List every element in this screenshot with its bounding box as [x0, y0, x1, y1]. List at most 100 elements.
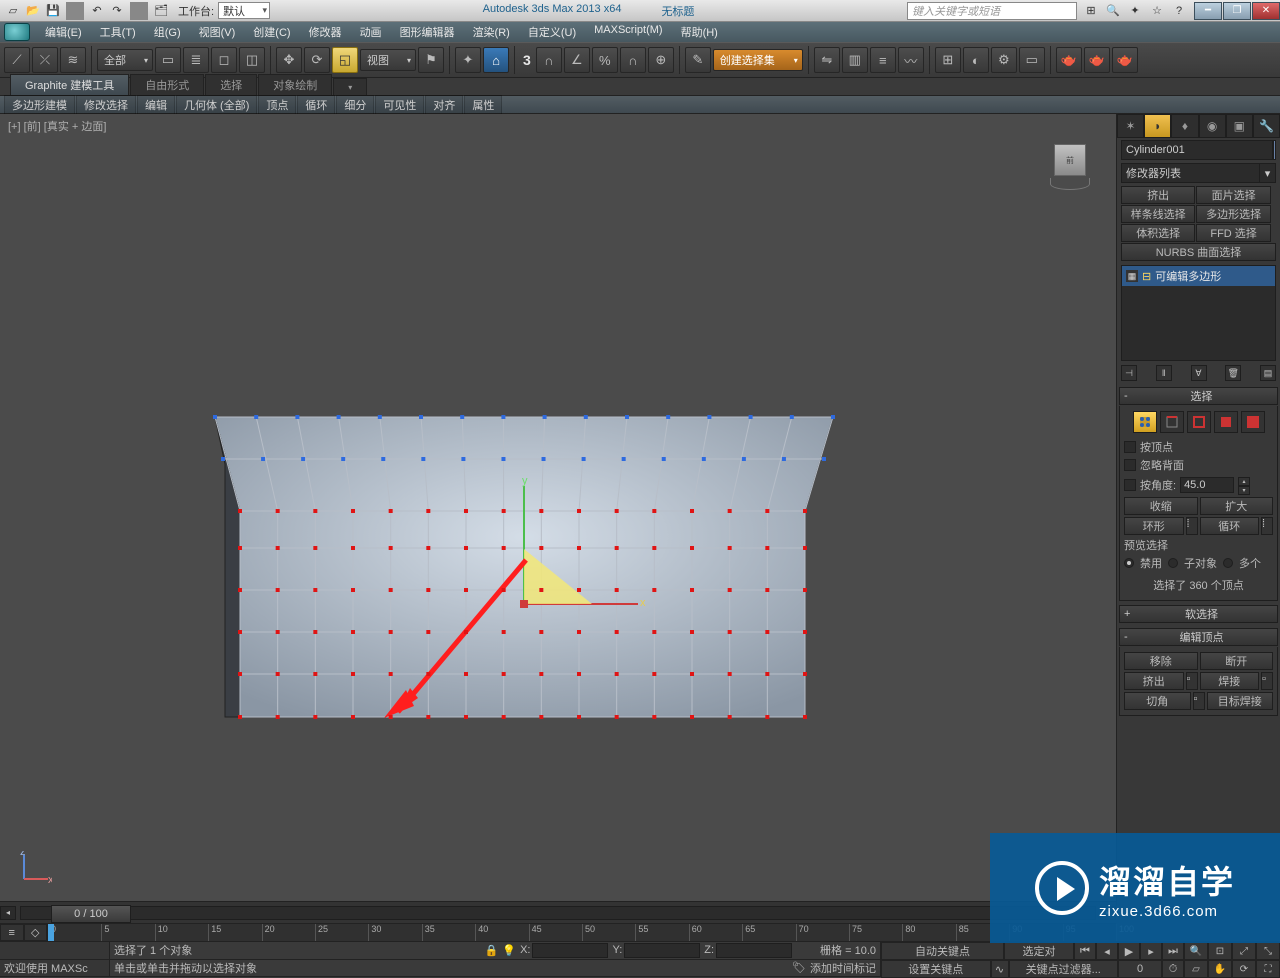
modifier-quick-button[interactable]: 挤出 — [1121, 186, 1195, 204]
modify-tab-icon[interactable]: ◗ — [1144, 114, 1171, 138]
mirror-icon[interactable]: ⇋ — [814, 47, 840, 73]
time-tag-icon[interactable]: 🏷 — [792, 961, 806, 974]
lock-selection-icon[interactable]: 🔒 — [485, 944, 499, 957]
ribbon-panel-button[interactable]: 顶点 — [258, 95, 296, 115]
help-icon[interactable]: ? — [1169, 2, 1189, 20]
scale-icon[interactable]: ◱ — [332, 47, 358, 73]
goto-start-icon[interactable]: ⏮ — [1074, 942, 1096, 960]
chk-by-angle[interactable]: 按角度: 45.0▴▾ — [1124, 475, 1273, 495]
chk-ignore-backfacing[interactable]: 忽略背面 — [1124, 457, 1273, 473]
zoom-extents-icon[interactable]: ⤢ — [1232, 942, 1256, 960]
modifier-quick-button[interactable]: FFD 选择 — [1196, 224, 1270, 242]
minimize-button[interactable]: ━ — [1194, 2, 1222, 20]
subobj-element-icon[interactable] — [1241, 411, 1265, 433]
pan-icon[interactable]: ✋ — [1208, 960, 1232, 978]
setkey-button[interactable]: 设置关键点 — [881, 960, 991, 978]
spinner-snap-icon[interactable]: ∩ — [620, 47, 646, 73]
render-active-icon[interactable]: 🫖 — [1112, 47, 1138, 73]
grow-button[interactable]: 扩大 — [1200, 497, 1274, 515]
window-crossing-icon[interactable]: ◫ — [239, 47, 265, 73]
render-iter-icon[interactable]: 🫖 — [1084, 47, 1110, 73]
zoom-all-icon[interactable]: ⊡ — [1208, 942, 1232, 960]
subobj-polygon-icon[interactable] — [1214, 411, 1238, 433]
ribbon-panel-button[interactable]: 编辑 — [137, 95, 175, 115]
named-selection-combo[interactable]: 创建选择集 — [713, 49, 803, 71]
menu-item[interactable]: 渲染(R) — [464, 24, 519, 40]
rendered-frame-icon[interactable]: ▭ — [1019, 47, 1045, 73]
redo-icon[interactable]: ↷ — [108, 2, 126, 20]
infocenter-icon[interactable]: ⊞ — [1081, 2, 1101, 20]
menu-item[interactable]: 动画 — [351, 24, 391, 40]
search-icon[interactable]: 🔍 — [1103, 2, 1123, 20]
subobj-border-icon[interactable] — [1187, 411, 1211, 433]
ribbon-panel-button[interactable]: 几何体 (全部) — [176, 95, 257, 115]
link-icon[interactable]: ⟋ — [4, 47, 30, 73]
chamfer-button[interactable]: 切角 — [1124, 692, 1191, 710]
ribbon-overflow[interactable] — [333, 78, 367, 95]
material-editor-icon[interactable]: ◐ — [963, 47, 989, 73]
zoom-icon[interactable]: 🔍 — [1184, 942, 1208, 960]
modifier-stack[interactable]: ▦⊟可编辑多边形 — [1121, 265, 1276, 361]
key-filters-icon[interactable]: ∿ — [991, 960, 1009, 978]
hierarchy-tab-icon[interactable]: ♦ — [1171, 114, 1198, 138]
modifier-quick-button[interactable]: 多边形选择 — [1196, 205, 1270, 223]
render-setup-icon[interactable]: ⚙ — [991, 47, 1017, 73]
modifier-quick-button[interactable]: 面片选择 — [1196, 186, 1270, 204]
render-prod-icon[interactable]: 🫖 — [1056, 47, 1082, 73]
autokey-button[interactable]: 自动关键点 — [881, 942, 1004, 960]
rotate-icon[interactable]: ⟳ — [304, 47, 330, 73]
time-slider[interactable]: 0 / 100 — [20, 906, 1096, 920]
axis-constraint-icon[interactable]: ⊕ — [648, 47, 674, 73]
undo-icon[interactable]: ↶ — [88, 2, 106, 20]
app-logo-icon[interactable] — [4, 23, 30, 41]
break-button[interactable]: 断开 — [1200, 652, 1274, 670]
weld-button[interactable]: 焊接 — [1200, 672, 1260, 690]
rollout-selection[interactable]: -选择 — [1119, 387, 1278, 405]
play-icon[interactable]: ▶ — [1118, 942, 1140, 960]
stack-item-editable-poly[interactable]: ▦⊟可编辑多边形 — [1122, 266, 1275, 286]
ring-button[interactable]: 环形 — [1124, 517, 1184, 535]
current-frame-marker[interactable] — [48, 924, 54, 942]
remove-mod-icon[interactable]: 🗑 — [1225, 365, 1241, 381]
display-tab-icon[interactable]: ▣ — [1226, 114, 1253, 138]
shrink-button[interactable]: 收缩 — [1124, 497, 1198, 515]
pin-stack-icon[interactable]: ⊣ — [1121, 365, 1137, 381]
isolate-icon[interactable]: 💡 — [502, 944, 516, 957]
coord-z-input[interactable] — [716, 943, 792, 958]
new-icon[interactable]: ▱ — [4, 2, 22, 20]
angle-snap-icon[interactable]: ∠ — [564, 47, 590, 73]
menu-item[interactable]: 工具(T) — [91, 24, 145, 40]
trackbar-key-icon[interactable]: ◇ — [24, 924, 48, 941]
make-unique-icon[interactable]: ∀ — [1191, 365, 1207, 381]
keyboard-shortcut-icon[interactable]: ⌂ — [483, 47, 509, 73]
search-input[interactable]: 键入关键字或短语 — [907, 2, 1077, 20]
curve-editor-icon[interactable]: 〰 — [898, 47, 924, 73]
favorite-icon[interactable]: ☆ — [1147, 2, 1167, 20]
keymode-combo[interactable]: 选定对 — [1004, 942, 1074, 960]
radio-subobj[interactable] — [1168, 558, 1178, 568]
menu-item[interactable]: 自定义(U) — [519, 24, 585, 40]
key-filters-button[interactable]: 关键点过滤器... — [1009, 960, 1119, 978]
object-color-swatch[interactable] — [1273, 140, 1276, 160]
ribbon-panel-button[interactable]: 循环 — [297, 95, 335, 115]
rollout-soft-selection[interactable]: +软选择 — [1119, 605, 1278, 623]
show-end-result-icon[interactable]: ǁ — [1156, 365, 1172, 381]
menu-item[interactable]: 创建(C) — [244, 24, 299, 40]
modifier-quick-button[interactable]: 体积选择 — [1121, 224, 1195, 242]
layer-manager-icon[interactable]: ≡ — [870, 47, 896, 73]
rollout-edit-vertices[interactable]: -编辑顶点 — [1119, 628, 1278, 646]
script-listener[interactable] — [0, 942, 109, 960]
timeline-prev[interactable]: ◂ — [0, 906, 16, 920]
menu-item[interactable]: 修改器 — [300, 24, 351, 40]
menu-item[interactable]: 视图(V) — [190, 24, 245, 40]
goto-end-icon[interactable]: ⏭ — [1162, 942, 1184, 960]
workspace-combo[interactable]: 默认 — [218, 2, 270, 19]
object-name-input[interactable] — [1121, 140, 1273, 160]
subobj-vertex-icon[interactable] — [1133, 411, 1157, 433]
manipulate-icon[interactable]: ✦ — [455, 47, 481, 73]
close-button[interactable]: ✕ — [1252, 2, 1280, 20]
ribbon-tab[interactable]: 自由形式 — [130, 74, 204, 95]
ring-spinner[interactable]: ⁞ — [1186, 517, 1198, 535]
prev-frame-icon[interactable]: ◂ — [1096, 942, 1118, 960]
maximize-button[interactable]: ❐ — [1223, 2, 1251, 20]
